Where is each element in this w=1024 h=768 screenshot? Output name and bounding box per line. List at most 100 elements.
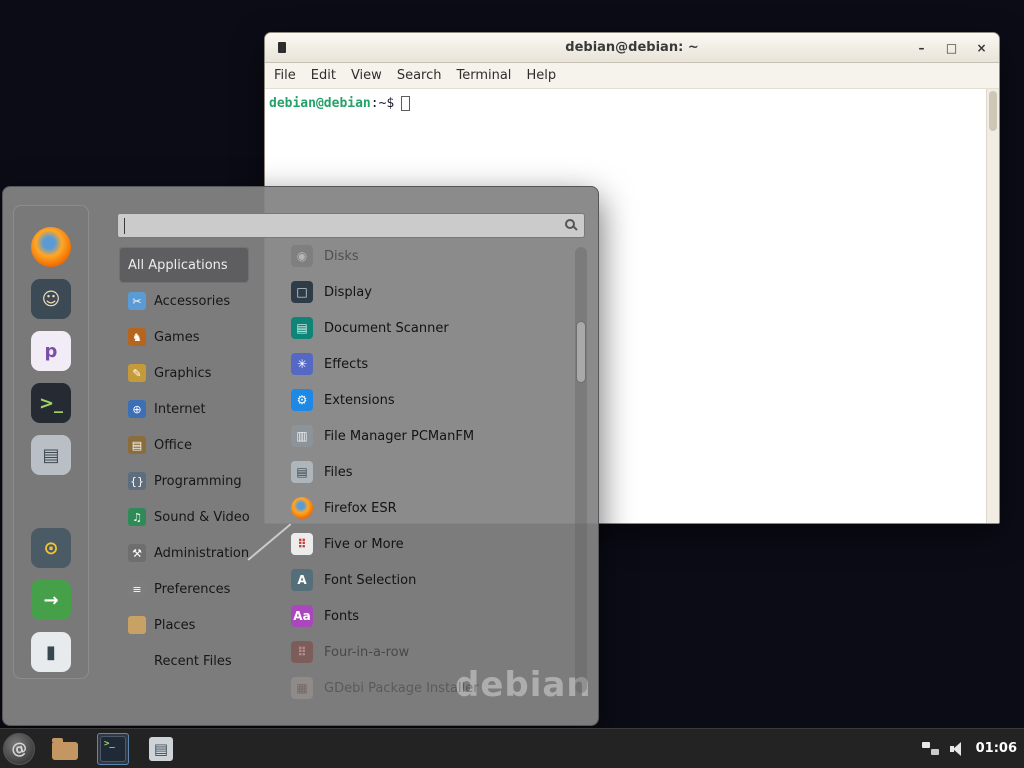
launcher-button[interactable] [49, 733, 81, 765]
terminal-menu-item[interactable]: Help [526, 68, 556, 83]
favorite-app-button[interactable]: ⊙ [31, 528, 71, 568]
category-item[interactable]: {} Programming [119, 463, 249, 499]
application-item[interactable]: ◉ Disks [291, 238, 571, 274]
window-controls: – □ × [914, 33, 989, 63]
category-item[interactable]: ⊕ Internet [119, 391, 249, 427]
category-icon: ✎ [128, 364, 146, 382]
menu-scrollbar-thumb[interactable] [576, 321, 586, 383]
category-label: Administration [154, 546, 249, 561]
category-item[interactable]: ⚒ Administration [119, 535, 249, 571]
system-tray: 01:06 [922, 741, 1024, 756]
category-item[interactable]: Places [119, 607, 249, 643]
category-label: Programming [154, 474, 242, 489]
application-item[interactable]: A Font Selection [291, 562, 571, 598]
application-item[interactable]: ▤ Document Scanner [291, 310, 571, 346]
favorite-app-icon: >_ [31, 383, 71, 423]
application-icon: A [291, 569, 313, 591]
application-icon: □ [291, 281, 313, 303]
terminal-menu-item[interactable]: View [351, 68, 382, 83]
taskbar-panel: @ >_ ▤ 01:06 [0, 728, 1024, 768]
launcher-button[interactable]: >_ [97, 733, 129, 765]
application-item[interactable]: ⠿ Four-in-a-row [291, 634, 571, 670]
category-item[interactable]: ♞ Games [119, 319, 249, 355]
application-item[interactable]: Firefox ESR [291, 490, 571, 526]
category-item[interactable]: Recent Files [119, 643, 249, 679]
favorite-app-icon: → [31, 580, 71, 620]
network-icon[interactable] [922, 741, 939, 756]
application-item[interactable]: ▦ GDebi Package Installer [291, 670, 571, 706]
application-label: Font Selection [324, 573, 416, 588]
favorite-app-button[interactable]: → [31, 580, 71, 620]
terminal-menu-item[interactable]: Search [397, 68, 442, 83]
category-label: Graphics [154, 366, 211, 381]
category-list: All Applications ✂ Accessories ♞ Games ✎… [119, 247, 249, 679]
application-item[interactable]: ✳ Effects [291, 346, 571, 382]
favorite-app-button[interactable]: ☺ [31, 279, 71, 319]
terminal-menu-item[interactable]: File [274, 68, 296, 83]
category-item[interactable]: ✎ Graphics [119, 355, 249, 391]
menu-scrollbar[interactable] [575, 247, 587, 693]
close-button[interactable]: × [974, 41, 989, 55]
favorite-app-icon [31, 227, 71, 267]
category-label: All Applications [128, 258, 228, 273]
application-label: Effects [324, 357, 368, 372]
category-item[interactable]: All Applications [119, 247, 249, 283]
prompt-path: :~$ [371, 96, 394, 111]
category-label: Office [154, 438, 192, 453]
application-label: Five or More [324, 537, 404, 552]
terminal-scrollbar-thumb[interactable] [989, 91, 997, 131]
application-item[interactable]: ▥ File Manager PCManFM [291, 418, 571, 454]
category-label: Games [154, 330, 199, 345]
category-item[interactable]: ▤ Office [119, 427, 249, 463]
category-icon: ⚒ [128, 544, 146, 562]
application-label: Disks [324, 249, 359, 264]
favorite-app-button[interactable] [31, 227, 71, 267]
minimize-button[interactable]: – [914, 41, 929, 55]
category-label: Sound & Video [154, 510, 250, 525]
application-icon: Aa [291, 605, 313, 627]
terminal-title: debian@debian: ~ [265, 40, 999, 55]
terminal-menu-item[interactable]: Edit [311, 68, 336, 83]
volume-icon[interactable] [950, 742, 965, 756]
category-item[interactable]: ≡ Preferences [119, 571, 249, 607]
maximize-button[interactable]: □ [944, 41, 959, 55]
category-item[interactable]: ✂ Accessories [119, 283, 249, 319]
application-item[interactable]: ⚙ Extensions [291, 382, 571, 418]
launcher-button[interactable]: ▤ [145, 733, 177, 765]
category-icon: ⊕ [128, 400, 146, 418]
launcher-icon [52, 742, 78, 760]
application-item[interactable]: Aa Fonts [291, 598, 571, 634]
favorite-app-button[interactable]: ▮ [31, 632, 71, 672]
terminal-scrollbar[interactable] [986, 89, 999, 523]
favorite-app-button[interactable]: ▤ [31, 435, 71, 475]
application-label: Firefox ESR [324, 501, 397, 516]
application-label: Fonts [324, 609, 359, 624]
category-item[interactable]: ♫ Sound & Video [119, 499, 249, 535]
terminal-menubar: File Edit View Search Terminal Help [265, 63, 999, 89]
terminal-titlebar[interactable]: debian@debian: ~ – □ × [265, 33, 999, 63]
favorite-app-button[interactable]: >_ [31, 383, 71, 423]
search-input[interactable] [118, 214, 584, 237]
category-icon [128, 616, 146, 634]
application-item[interactable]: ▤ Files [291, 454, 571, 490]
category-icon: {} [128, 472, 146, 490]
application-label: Display [324, 285, 372, 300]
menu-button[interactable]: @ [3, 733, 35, 765]
application-label: Extensions [324, 393, 395, 408]
application-item[interactable]: □ Display [291, 274, 571, 310]
category-icon: ♞ [128, 328, 146, 346]
terminal-menu-item[interactable]: Terminal [456, 68, 511, 83]
favorite-app-icon: p [31, 331, 71, 371]
category-icon: ♫ [128, 508, 146, 526]
category-icon: ≡ [128, 580, 146, 598]
application-label: GDebi Package Installer [324, 681, 479, 696]
category-label: Internet [154, 402, 206, 417]
clock[interactable]: 01:06 [976, 741, 1017, 756]
favorite-app-button[interactable]: p [31, 331, 71, 371]
application-label: Files [324, 465, 353, 480]
category-icon: ▤ [128, 436, 146, 454]
terminal-cursor [401, 96, 410, 111]
application-item[interactable]: ⠿ Five or More [291, 526, 571, 562]
category-icon: ✂ [128, 292, 146, 310]
launcher-icon: ▤ [149, 737, 173, 761]
